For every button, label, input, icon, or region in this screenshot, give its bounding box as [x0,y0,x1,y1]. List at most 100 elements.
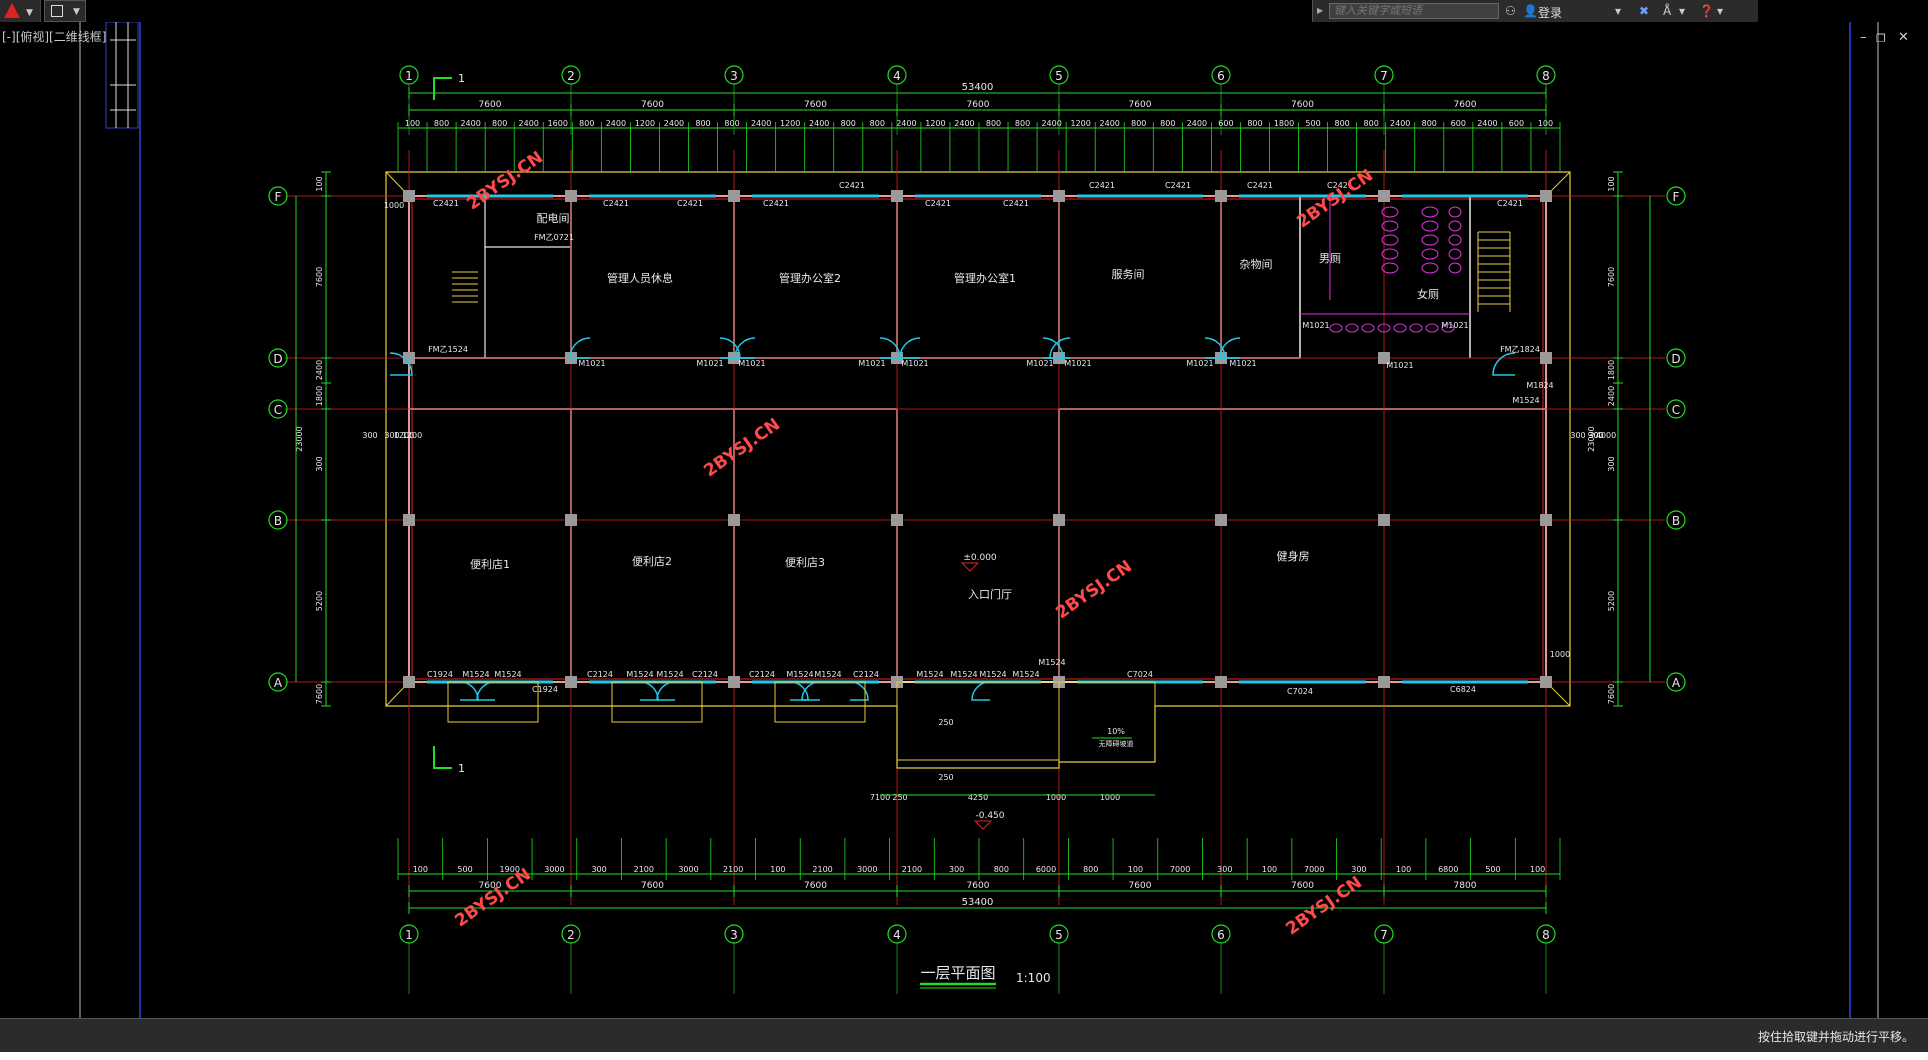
dimension-detail: 2400 [1477,119,1497,128]
dimension-bay: 7600 [967,100,990,110]
column [1540,190,1552,202]
door-swing [476,681,496,701]
restore-button[interactable]: ❐ [1876,32,1886,45]
dropdown-icon[interactable]: ▾ [1679,4,1685,18]
axis-label: B [274,514,282,528]
door-label: M1021 [1386,361,1413,370]
user-icon[interactable]: 👤 [1523,4,1538,18]
dimension-detail: 100 [405,119,420,128]
axis-label: 2 [567,69,575,83]
dimension-detail: 100 [1538,119,1553,128]
door-label: M1824 [1526,381,1553,390]
room-label: 入口门厅 [968,587,1012,601]
dimension-bay: 7600 [1129,100,1152,110]
viewport-label[interactable]: [-][俯视][二维线框] [2,28,106,45]
window-label: C7024 [1127,670,1153,679]
dimension-detail: 2400 [519,119,539,128]
dimension-right: 1800 [1607,360,1616,380]
dimension-detail: 2100 [902,865,922,874]
dimension-detail: 800 [1247,119,1262,128]
door-label: M1021 [1186,359,1213,368]
column [565,676,577,688]
dimension-detail: 800 [1364,119,1379,128]
dimension-left: 2400 [315,360,324,380]
room-label: 便利店2 [632,554,672,568]
watermark: 2BYSJ.CN [700,415,783,482]
close-button[interactable]: ✕ [1898,30,1909,45]
column [1053,514,1065,526]
dimension-bay: 7600 [641,100,664,110]
axis-label: 3 [730,928,738,942]
watermark: 2BYSJ.CN [463,148,546,215]
dimension-detail: 3000 [857,865,877,874]
door-label: M1021 [578,359,605,368]
dimension-detail: 2400 [1187,119,1207,128]
door-swing [789,681,809,701]
login-button[interactable]: 登录 [1538,4,1562,21]
dimension-right: 100 [1607,176,1616,191]
dimension-left: 5200 [315,591,324,611]
column [1053,190,1065,202]
column [891,514,903,526]
door-label: M1524 [1012,670,1039,679]
dimension-detail: 2400 [1390,119,1410,128]
door-label: M1524 [950,670,977,679]
exterior-wall [408,195,1547,683]
room-label: 杂物间 [1240,257,1273,271]
door-label: M1524 [814,670,841,679]
dimension-detail: 1200 [780,119,800,128]
door-swing [639,681,659,701]
minimize-button[interactable]: – [1860,30,1867,45]
toilet-fixture [1448,206,1462,218]
door-label: M1524 [656,670,683,679]
dimension-small: 1000 [384,201,404,210]
dimension-detail: 2100 [812,865,832,874]
watermark: 2BYSJ.CN [451,865,534,932]
dimension-detail: 500 [457,865,472,874]
axis-label: C [274,403,282,417]
dimension-left: 7600 [315,267,324,287]
dimension-detail: 300 [591,865,606,874]
application-menu-button[interactable]: ▼ [0,0,41,22]
axis-label: B [1672,514,1680,528]
drawing-canvas[interactable]: 534007600 7600 7600 7600 7600 7600 7600100 800 2… [0,22,1928,1018]
search-input[interactable] [1329,3,1499,19]
column [1378,514,1390,526]
dropdown-icon[interactable]: ▾ [1615,4,1621,18]
expand-arrow-icon[interactable]: ▶ [1317,6,1323,15]
door-swing [801,681,821,701]
bay-window [447,681,539,723]
dimension-detail: 1800 [1274,119,1294,128]
axis-label: 4 [893,928,901,942]
door-swing [656,681,676,701]
door-label: M1021 [901,359,928,368]
toilet-fixture [1421,206,1439,218]
axis-label: 5 [1055,69,1063,83]
dimension-detail: 300 [949,865,964,874]
elevation-label: ±0.000 [963,553,997,563]
room-label: 便利店1 [470,557,510,571]
window-label: C2421 [603,199,629,208]
axis-label: 1 [405,928,413,942]
axis-label: 5 [1055,928,1063,942]
dropdown-icon[interactable]: ▾ [1717,4,1723,18]
dimension-detail: 2400 [460,119,480,128]
sink-fixture [1393,323,1407,333]
column [1540,676,1552,688]
exchange-icon[interactable]: ✖ [1639,4,1649,18]
window-label: C6824 [1450,685,1476,694]
drawing-scale: 1:100 [1016,971,1051,985]
room-label: 配电间 [537,212,570,225]
door-label: M1524 [916,670,943,679]
dimension-small: 300 [1588,431,1603,440]
chevron-down-icon: ▼ [26,8,33,18]
dimension-detail: 100 [770,865,785,874]
a360-icon[interactable]: Å [1663,4,1671,18]
window-label: C7024 [1287,687,1313,696]
quick-access-toolbar[interactable]: ▼ [44,0,86,22]
room-label: 便利店3 [785,555,825,569]
help-icon[interactable]: ❓ [1699,4,1714,18]
dimension-detail: 800 [1422,119,1437,128]
window-label: C1924 [532,685,558,694]
binoculars-icon[interactable]: ⚇ [1505,4,1516,18]
